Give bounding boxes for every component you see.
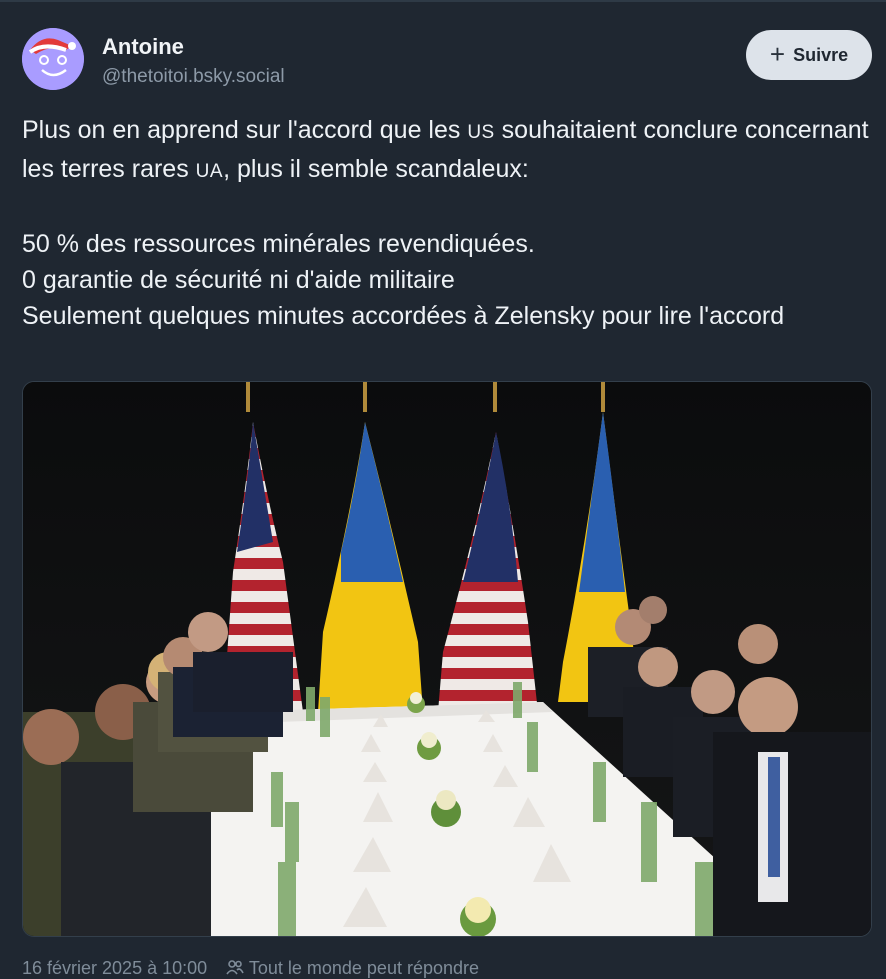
avatar[interactable] — [22, 28, 84, 90]
follow-button[interactable]: + Suivre — [746, 30, 872, 80]
post-line-guarantee: 0 garantie de sécurité ni d'aide militai… — [22, 266, 455, 294]
post-footer: 16 février 2025 à 10:00 Tout le monde pe… — [22, 958, 493, 979]
post-image[interactable] — [22, 381, 872, 937]
post-header: Antoine @thetoitoi.bsky.social + Suivre — [22, 28, 872, 92]
follow-button-label: Suivre — [793, 44, 849, 65]
plus-icon: + — [769, 39, 786, 69]
post-text-us: US — [467, 122, 495, 143]
post-paragraph-1: Plus on en apprend sur l'accord que les … — [22, 112, 870, 190]
author-display-name[interactable]: Antoine — [102, 34, 184, 60]
meeting-photo — [23, 382, 871, 936]
reply-setting[interactable]: Tout le monde peut répondre — [249, 958, 479, 978]
post-text-segment: Plus on en apprend sur l'accord que les — [22, 116, 468, 144]
post-text: Plus on en apprend sur l'accord que les … — [22, 112, 870, 334]
post-text-segment: , plus il semble scandaleux: — [223, 155, 529, 183]
post-text-ua: UA — [195, 161, 224, 182]
avatar-icon — [22, 28, 84, 90]
post-line-minutes: Seulement quelques minutes accordées à Z… — [22, 302, 785, 330]
post-date[interactable]: 16 février 2025 à 10:00 — [22, 958, 207, 978]
people-icon — [226, 960, 244, 975]
post-line-resources: 50 % des ressources minérales revendiqué… — [22, 230, 535, 258]
post-card: Antoine @thetoitoi.bsky.social + Suivre … — [0, 0, 886, 978]
author-handle[interactable]: @thetoitoi.bsky.social — [102, 66, 285, 88]
